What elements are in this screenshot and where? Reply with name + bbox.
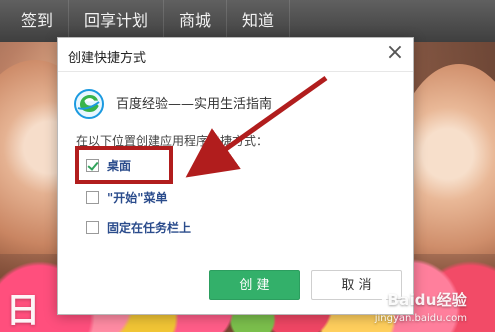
start-menu-option[interactable]: "开始"菜单: [86, 187, 168, 207]
desktop-checkbox[interactable]: [86, 158, 99, 172]
baidu-experience-app-icon: [74, 89, 104, 119]
taskbar-option-label: 固定在任务栏上: [107, 220, 192, 235]
nav-item-share-plan[interactable]: 回享计划: [69, 0, 165, 42]
create-button[interactable]: 创 建: [209, 270, 300, 300]
baidu-watermark-url: jingyan.baidu.com: [374, 313, 467, 324]
taskbar-option[interactable]: 固定在任务栏上: [86, 217, 191, 237]
background-corner-text: 日: [6, 291, 40, 331]
start-menu-checkbox[interactable]: [86, 190, 99, 204]
nav-item-mall[interactable]: 商城: [164, 0, 228, 42]
top-navigation: 签到 回享计划 商城 知道: [0, 0, 495, 42]
taskbar-checkbox[interactable]: [86, 220, 99, 234]
desktop-option[interactable]: 桌面: [86, 155, 131, 175]
app-name: 百度经验——实用生活指南: [116, 97, 273, 112]
start-menu-option-label: "开始"菜单: [107, 190, 168, 205]
dialog-header: 创建快捷方式 ×: [58, 38, 413, 72]
nav-item-zhidao[interactable]: 知道: [227, 0, 291, 42]
dialog-title: 创建快捷方式: [68, 51, 147, 66]
close-icon[interactable]: ×: [385, 42, 405, 64]
baidu-watermark: Baidu经验: [387, 291, 467, 309]
shortcut-instruction: 在以下位置创建应用程序快捷方式：: [76, 134, 269, 148]
nav-item-signin[interactable]: 签到: [6, 0, 70, 42]
desktop-option-label: 桌面: [107, 158, 132, 173]
create-shortcut-dialog: 创建快捷方式 × 百度经验——实用生活指南 在以下位置创建应用程序快捷方式： 桌…: [57, 37, 414, 315]
